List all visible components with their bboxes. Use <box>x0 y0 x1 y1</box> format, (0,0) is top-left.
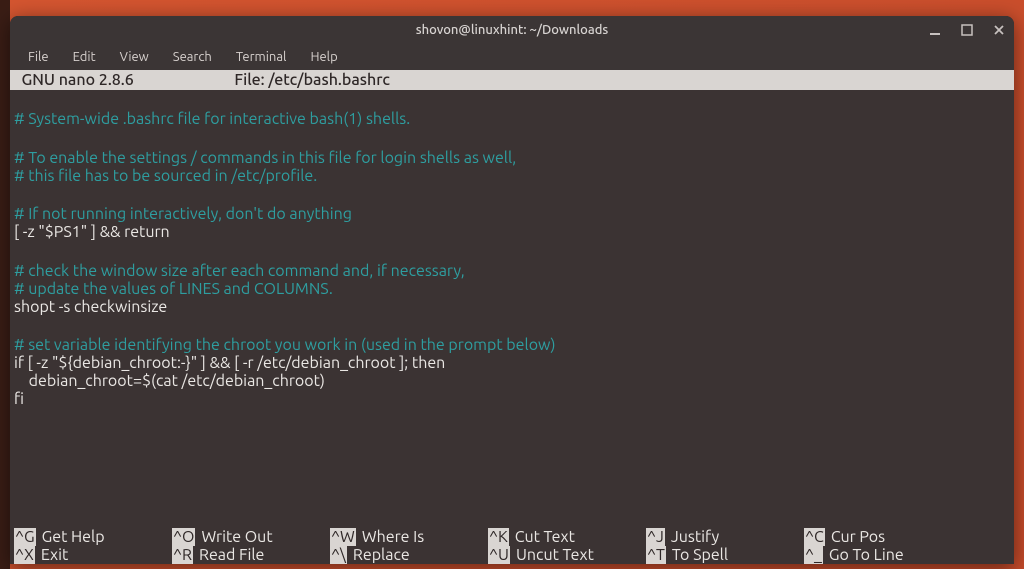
menubar: File Edit View Search Terminal Help <box>10 44 1014 70</box>
minimize-button[interactable] <box>928 23 942 37</box>
editor-blank-line <box>14 316 1010 336</box>
shortcut-label: Cur Pos <box>825 528 885 546</box>
menu-edit[interactable]: Edit <box>63 47 106 67</box>
shortcut-key: ^W <box>330 528 356 546</box>
editor-blank-line <box>14 241 1010 261</box>
shortcut-cell: ^_Go To Line <box>804 546 962 564</box>
shortcut-key: ^G <box>14 528 36 546</box>
shortcut-key: ^X <box>14 546 35 564</box>
terminal-window: shovon@linuxhint: ~/Downloads File Edit … <box>10 16 1014 564</box>
shortcut-cell: ^RRead File <box>172 546 330 564</box>
editor-blank-line <box>14 128 1010 148</box>
shortcut-key: ^_ <box>804 546 823 564</box>
shortcut-key: ^U <box>488 546 510 564</box>
close-button[interactable] <box>992 23 1006 37</box>
shortcut-cell: ^UUncut Text <box>488 546 646 564</box>
editor-blank-line <box>14 185 1010 205</box>
shortcut-label: Replace <box>347 546 410 564</box>
shortcut-label: Uncut Text <box>510 546 594 564</box>
editor-comment-line: # check the window size after each comma… <box>14 262 1010 280</box>
editor-code-line: shopt -s checkwinsize <box>14 298 1010 316</box>
editor-code-line: fi <box>14 390 1010 408</box>
menu-search[interactable]: Search <box>163 47 222 67</box>
shortcut-cell: ^OWrite Out <box>172 528 330 546</box>
shortcut-label: Where Is <box>356 528 424 546</box>
menu-terminal[interactable]: Terminal <box>226 47 297 67</box>
editor-comment-line: # update the values of LINES and COLUMNS… <box>14 280 1010 298</box>
shortcut-cell: ^XExit <box>14 546 172 564</box>
shortcut-label: Get Help <box>36 528 105 546</box>
shortcut-cell: ^KCut Text <box>488 528 646 546</box>
editor-comment-line: # set variable identifying the chroot yo… <box>14 336 1010 354</box>
shortcut-key: ^O <box>172 528 195 546</box>
nano-shortcut-bar: ^GGet Help^OWrite Out^WWhere Is^KCut Tex… <box>10 528 1014 564</box>
nano-titlebar: GNU nano 2.8.6 File: /etc/bash.bashrc <box>10 70 1014 90</box>
shortcut-label: Read File <box>193 546 264 564</box>
shortcut-key: ^R <box>172 546 193 564</box>
editor-comment-line: # If not running interactively, don't do… <box>14 205 1010 223</box>
shortcut-cell: ^JJustify <box>646 528 804 546</box>
window-titlebar[interactable]: shovon@linuxhint: ~/Downloads <box>10 16 1014 44</box>
shortcut-label: Cut Text <box>509 528 575 546</box>
window-controls <box>928 23 1006 37</box>
nano-editor-area[interactable]: # System-wide .bashrc file for interacti… <box>10 90 1014 528</box>
editor-comment-line: # To enable the settings / commands in t… <box>14 149 1010 167</box>
editor-comment-line: # System-wide .bashrc file for interacti… <box>14 110 1010 128</box>
unity-dock-edge <box>0 0 10 569</box>
minimize-icon <box>928 23 942 37</box>
shortcut-key: ^J <box>646 528 665 546</box>
shortcut-key: ^\ <box>330 546 347 564</box>
terminal-viewport[interactable]: GNU nano 2.8.6 File: /etc/bash.bashrc # … <box>10 70 1014 564</box>
editor-code-line: debian_chroot=$(cat /etc/debian_chroot) <box>14 372 1010 390</box>
shortcut-label: Go To Line <box>823 546 904 564</box>
shortcut-label: Exit <box>35 546 68 564</box>
maximize-icon <box>960 23 974 37</box>
editor-blank-line <box>14 90 1010 110</box>
close-icon <box>992 23 1006 37</box>
menu-file[interactable]: File <box>18 47 59 67</box>
maximize-button[interactable] <box>960 23 974 37</box>
shortcut-label: Justify <box>665 528 719 546</box>
shortcut-key: ^C <box>804 528 825 546</box>
window-title: shovon@linuxhint: ~/Downloads <box>416 23 609 37</box>
shortcut-label: Write Out <box>195 528 272 546</box>
editor-comment-line: # this file has to be sourced in /etc/pr… <box>14 167 1010 185</box>
shortcut-cell: ^\Replace <box>330 546 488 564</box>
shortcut-cell: ^TTo Spell <box>646 546 804 564</box>
shortcut-cell: ^CCur Pos <box>804 528 962 546</box>
shortcut-row: ^XExit^RRead File^\Replace^UUncut Text^T… <box>14 546 1010 564</box>
menu-view[interactable]: View <box>110 47 159 67</box>
editor-code-line: if [ -z "${debian_chroot:-}" ] && [ -r /… <box>14 354 1010 372</box>
shortcut-key: ^T <box>646 546 666 564</box>
shortcut-row: ^GGet Help^OWrite Out^WWhere Is^KCut Tex… <box>14 528 1010 546</box>
shortcut-cell: ^GGet Help <box>14 528 172 546</box>
shortcut-label: To Spell <box>666 546 728 564</box>
menu-help[interactable]: Help <box>300 47 347 67</box>
shortcut-key: ^K <box>488 528 509 546</box>
shortcut-cell: ^WWhere Is <box>330 528 488 546</box>
editor-code-line: [ -z "$PS1" ] && return <box>14 223 1010 241</box>
